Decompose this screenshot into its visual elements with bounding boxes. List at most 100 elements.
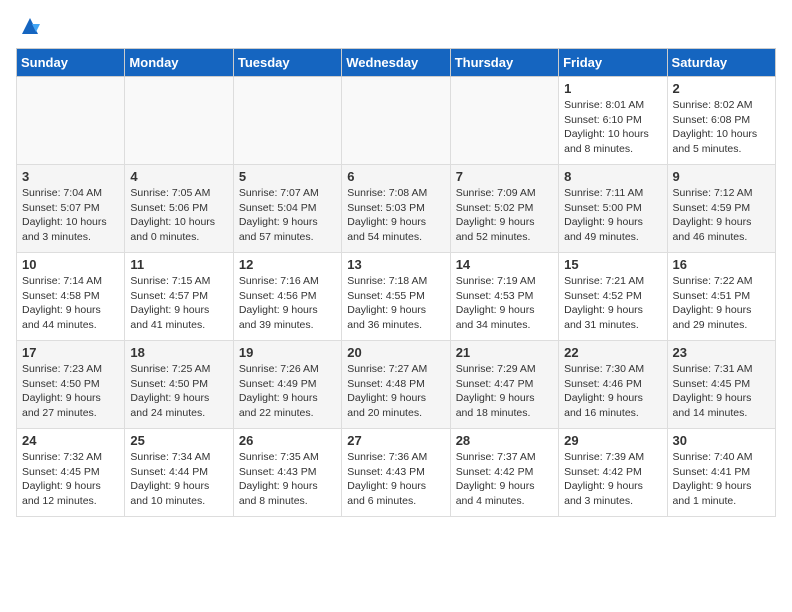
calendar-day-cell bbox=[17, 77, 125, 165]
day-number: 16 bbox=[673, 257, 770, 272]
calendar-day-cell: 4Sunrise: 7:05 AM Sunset: 5:06 PM Daylig… bbox=[125, 165, 233, 253]
calendar-day-cell: 28 Sunrise: 7:37 AM Sunset: 4:42 PM Dayli… bbox=[450, 429, 558, 517]
calendar-day-cell: 23Sunrise: 7:31 AM Sunset: 4:45 PM Dayli… bbox=[667, 341, 775, 429]
day-info: Sunrise: 7:27 AM Sunset: 4:48 PM Dayligh… bbox=[347, 362, 444, 421]
day-info: Sunrise: 7:15 AM Sunset: 4:57 PM Dayligh… bbox=[130, 274, 227, 333]
calendar-day-cell: 26 Sunrise: 7:35 AM Sunset: 4:43 PM Dayli… bbox=[233, 429, 341, 517]
day-number: 3 bbox=[22, 169, 119, 184]
day-number: 30 bbox=[673, 433, 770, 448]
day-number: 13 bbox=[347, 257, 444, 272]
weekday-header: Monday bbox=[125, 49, 233, 77]
day-info: Sunrise: 7:05 AM Sunset: 5:06 PM Dayligh… bbox=[130, 186, 227, 245]
page-header bbox=[16, 16, 776, 36]
day-number: 21 bbox=[456, 345, 553, 360]
calendar-day-cell: 30 Sunrise: 7:40 AM Sunset: 4:41 PM Dayli… bbox=[667, 429, 775, 517]
calendar-day-cell: 10Sunrise: 7:14 AM Sunset: 4:58 PM Dayli… bbox=[17, 253, 125, 341]
day-number: 7 bbox=[456, 169, 553, 184]
day-number: 1 bbox=[564, 81, 661, 96]
day-info: Sunrise: 7:08 AM Sunset: 5:03 PM Dayligh… bbox=[347, 186, 444, 245]
day-number: 11 bbox=[130, 257, 227, 272]
day-number: 28 bbox=[456, 433, 553, 448]
calendar-day-cell: 13 Sunrise: 7:18 AM Sunset: 4:55 PM Dayli… bbox=[342, 253, 450, 341]
calendar-day-cell: 8 Sunrise: 7:11 AM Sunset: 5:00 PM Daylig… bbox=[559, 165, 667, 253]
calendar-day-cell: 3 Sunrise: 7:04 AM Sunset: 5:07 PM Daylig… bbox=[17, 165, 125, 253]
day-info: Sunrise: 7:34 AM Sunset: 4:44 PM Dayligh… bbox=[130, 450, 227, 509]
day-number: 17 bbox=[22, 345, 119, 360]
day-info: Sunrise: 7:32 AM Sunset: 4:45 PM Dayligh… bbox=[22, 450, 119, 509]
day-info: Sunrise: 7:11 AM Sunset: 5:00 PM Dayligh… bbox=[564, 186, 661, 245]
calendar-day-cell: 9Sunrise: 7:12 AM Sunset: 4:59 PM Daylig… bbox=[667, 165, 775, 253]
day-info: Sunrise: 7:36 AM Sunset: 4:43 PM Dayligh… bbox=[347, 450, 444, 509]
day-info: Sunrise: 8:01 AM Sunset: 6:10 PM Dayligh… bbox=[564, 98, 661, 157]
calendar-day-cell bbox=[450, 77, 558, 165]
calendar-day-cell: 16 Sunrise: 7:22 AM Sunset: 4:51 PM Dayli… bbox=[667, 253, 775, 341]
calendar-day-cell: 22 Sunrise: 7:30 AM Sunset: 4:46 PM Dayli… bbox=[559, 341, 667, 429]
calendar-day-cell: 25 Sunrise: 7:34 AM Sunset: 4:44 PM Dayli… bbox=[125, 429, 233, 517]
day-number: 6 bbox=[347, 169, 444, 184]
day-number: 27 bbox=[347, 433, 444, 448]
calendar-day-cell bbox=[233, 77, 341, 165]
day-number: 14 bbox=[456, 257, 553, 272]
day-info: Sunrise: 8:02 AM Sunset: 6:08 PM Dayligh… bbox=[673, 98, 770, 157]
day-info: Sunrise: 7:21 AM Sunset: 4:52 PM Dayligh… bbox=[564, 274, 661, 333]
calendar-week-row: 17 Sunrise: 7:23 AM Sunset: 4:50 PM Dayli… bbox=[17, 341, 776, 429]
day-number: 20 bbox=[347, 345, 444, 360]
calendar-day-cell: 17 Sunrise: 7:23 AM Sunset: 4:50 PM Dayli… bbox=[17, 341, 125, 429]
calendar-day-cell: 1 Sunrise: 8:01 AM Sunset: 6:10 PM Daylig… bbox=[559, 77, 667, 165]
calendar-day-cell bbox=[342, 77, 450, 165]
day-info: Sunrise: 7:29 AM Sunset: 4:47 PM Dayligh… bbox=[456, 362, 553, 421]
day-number: 29 bbox=[564, 433, 661, 448]
day-number: 18 bbox=[130, 345, 227, 360]
weekday-header: Wednesday bbox=[342, 49, 450, 77]
calendar-day-cell: 24 Sunrise: 7:32 AM Sunset: 4:45 PM Dayli… bbox=[17, 429, 125, 517]
day-info: Sunrise: 7:22 AM Sunset: 4:51 PM Dayligh… bbox=[673, 274, 770, 333]
calendar-week-row: 24 Sunrise: 7:32 AM Sunset: 4:45 PM Dayli… bbox=[17, 429, 776, 517]
calendar-header-row: SundayMondayTuesdayWednesdayThursdayFrid… bbox=[17, 49, 776, 77]
day-number: 9 bbox=[673, 169, 770, 184]
day-info: Sunrise: 7:35 AM Sunset: 4:43 PM Dayligh… bbox=[239, 450, 336, 509]
calendar-day-cell bbox=[125, 77, 233, 165]
day-number: 2 bbox=[673, 81, 770, 96]
day-info: Sunrise: 7:31 AM Sunset: 4:45 PM Dayligh… bbox=[673, 362, 770, 421]
day-info: Sunrise: 7:37 AM Sunset: 4:42 PM Dayligh… bbox=[456, 450, 553, 509]
calendar-day-cell: 11 Sunrise: 7:15 AM Sunset: 4:57 PM Dayli… bbox=[125, 253, 233, 341]
calendar-day-cell: 20 Sunrise: 7:27 AM Sunset: 4:48 PM Dayli… bbox=[342, 341, 450, 429]
calendar-day-cell: 12Sunrise: 7:16 AM Sunset: 4:56 PM Dayli… bbox=[233, 253, 341, 341]
day-info: Sunrise: 7:30 AM Sunset: 4:46 PM Dayligh… bbox=[564, 362, 661, 421]
day-number: 24 bbox=[22, 433, 119, 448]
calendar-day-cell: 14 Sunrise: 7:19 AM Sunset: 4:53 PM Dayli… bbox=[450, 253, 558, 341]
day-number: 19 bbox=[239, 345, 336, 360]
day-info: Sunrise: 7:39 AM Sunset: 4:42 PM Dayligh… bbox=[564, 450, 661, 509]
day-number: 25 bbox=[130, 433, 227, 448]
day-number: 26 bbox=[239, 433, 336, 448]
day-info: Sunrise: 7:19 AM Sunset: 4:53 PM Dayligh… bbox=[456, 274, 553, 333]
day-info: Sunrise: 7:18 AM Sunset: 4:55 PM Dayligh… bbox=[347, 274, 444, 333]
day-info: Sunrise: 7:26 AM Sunset: 4:49 PM Dayligh… bbox=[239, 362, 336, 421]
calendar-week-row: 10Sunrise: 7:14 AM Sunset: 4:58 PM Dayli… bbox=[17, 253, 776, 341]
day-info: Sunrise: 7:07 AM Sunset: 5:04 PM Dayligh… bbox=[239, 186, 336, 245]
day-number: 10 bbox=[22, 257, 119, 272]
logo bbox=[16, 16, 42, 36]
day-info: Sunrise: 7:25 AM Sunset: 4:50 PM Dayligh… bbox=[130, 362, 227, 421]
day-info: Sunrise: 7:23 AM Sunset: 4:50 PM Dayligh… bbox=[22, 362, 119, 421]
calendar-day-cell: 2 Sunrise: 8:02 AM Sunset: 6:08 PM Daylig… bbox=[667, 77, 775, 165]
calendar-week-row: 1 Sunrise: 8:01 AM Sunset: 6:10 PM Daylig… bbox=[17, 77, 776, 165]
day-info: Sunrise: 7:09 AM Sunset: 5:02 PM Dayligh… bbox=[456, 186, 553, 245]
day-number: 15 bbox=[564, 257, 661, 272]
weekday-header: Thursday bbox=[450, 49, 558, 77]
logo-icon bbox=[18, 16, 42, 40]
calendar-day-cell: 15 Sunrise: 7:21 AM Sunset: 4:52 PM Dayli… bbox=[559, 253, 667, 341]
calendar-day-cell: 21 Sunrise: 7:29 AM Sunset: 4:47 PM Dayli… bbox=[450, 341, 558, 429]
weekday-header: Tuesday bbox=[233, 49, 341, 77]
day-number: 22 bbox=[564, 345, 661, 360]
day-info: Sunrise: 7:04 AM Sunset: 5:07 PM Dayligh… bbox=[22, 186, 119, 245]
calendar-week-row: 3 Sunrise: 7:04 AM Sunset: 5:07 PM Daylig… bbox=[17, 165, 776, 253]
day-info: Sunrise: 7:40 AM Sunset: 4:41 PM Dayligh… bbox=[673, 450, 770, 509]
calendar-day-cell: 29 Sunrise: 7:39 AM Sunset: 4:42 PM Dayli… bbox=[559, 429, 667, 517]
day-number: 8 bbox=[564, 169, 661, 184]
day-number: 5 bbox=[239, 169, 336, 184]
weekday-header: Friday bbox=[559, 49, 667, 77]
calendar-table: SundayMondayTuesdayWednesdayThursdayFrid… bbox=[16, 48, 776, 517]
weekday-header: Sunday bbox=[17, 49, 125, 77]
weekday-header: Saturday bbox=[667, 49, 775, 77]
